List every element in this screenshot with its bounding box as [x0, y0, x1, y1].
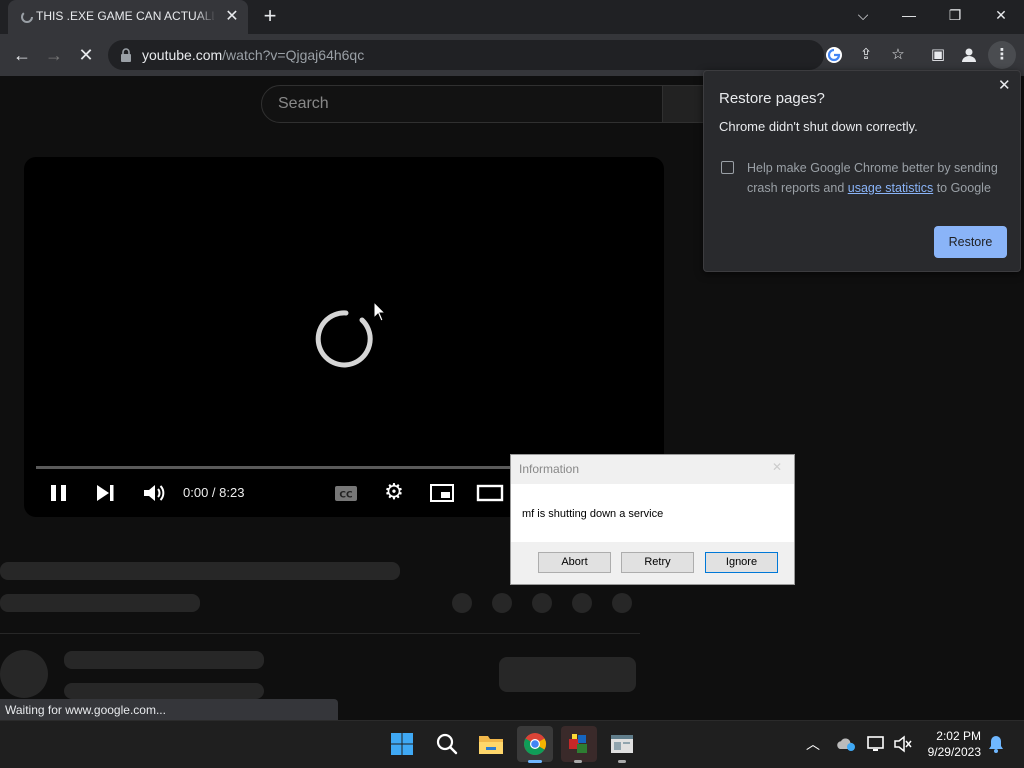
theater-mode-icon[interactable] [476, 480, 504, 506]
dialog-close-icon[interactable]: ✕ [772, 460, 782, 474]
tab-title-fade [196, 0, 216, 34]
video-progress-bar[interactable] [36, 466, 512, 469]
clock-date[interactable]: 9/29/2023 [924, 745, 981, 759]
title-placeholder [0, 562, 400, 580]
bookmark-star-icon[interactable]: ☆ [885, 42, 911, 68]
channel-sub-placeholder [64, 683, 264, 699]
game-app-icon [569, 734, 587, 753]
windows-start-icon[interactable] [390, 732, 414, 756]
divider [0, 633, 640, 634]
retry-button[interactable]: Retry [621, 552, 694, 573]
kebab-menu-icon[interactable]: ⋮ [989, 42, 1015, 68]
lock-icon[interactable] [120, 48, 132, 62]
action-placeholder [572, 593, 592, 613]
restore-title: Restore pages? [719, 90, 825, 107]
volume-icon[interactable] [141, 480, 167, 506]
file-explorer-icon[interactable] [478, 732, 504, 756]
dialog-message: mf is shutting down a service [522, 508, 664, 520]
share-icon[interactable]: ⇪ [853, 42, 879, 68]
tab-close-icon[interactable]: ✕ [223, 8, 241, 26]
channel-placeholder [64, 651, 264, 669]
settings-gear-icon[interactable]: ⚙ [381, 479, 407, 505]
subtitle-placeholder [0, 594, 200, 612]
close-window-icon[interactable]: ✕ [978, 0, 1024, 32]
clock-time[interactable]: 2:02 PM [936, 729, 981, 743]
onedrive-icon[interactable] [836, 736, 856, 752]
svg-text:CC: CC [339, 491, 353, 501]
subscribe-placeholder [499, 657, 636, 692]
back-arrow-icon[interactable]: ← [9, 42, 35, 68]
url-text[interactable]: youtube.com/watch?v=Qjgaj64h6qc [142, 47, 364, 63]
video-time: 0:00 / 8:23 [183, 485, 245, 500]
abort-button[interactable]: Abort [538, 552, 611, 573]
chrome-icon [524, 733, 546, 755]
next-video-icon[interactable] [94, 480, 118, 506]
side-panel-icon[interactable]: ▣ [925, 42, 951, 68]
search-icon[interactable] [435, 732, 459, 756]
open-app-indicator [618, 760, 626, 763]
forward-arrow-icon[interactable]: → [41, 42, 67, 68]
pause-icon[interactable] [48, 480, 70, 506]
loading-tab-icon [21, 11, 33, 23]
restore-subtitle: Chrome didn't shut down correctly. [719, 119, 918, 134]
tray-chevron-up-icon[interactable]: ︿ [804, 734, 822, 754]
miniplayer-icon[interactable] [429, 480, 455, 506]
google-lens-icon[interactable] [825, 46, 843, 64]
window-app-icon[interactable] [610, 733, 634, 755]
usage-statistics-link[interactable]: usage statistics [848, 181, 933, 195]
search-placeholder: Search [278, 95, 329, 112]
loading-spinner-icon [315, 310, 373, 368]
popup-close-icon[interactable]: ✕ [998, 76, 1011, 94]
profile-icon[interactable] [960, 46, 978, 64]
ignore-button[interactable]: Ignore [705, 552, 778, 573]
notification-bell-icon[interactable] [988, 735, 1004, 753]
action-placeholder [452, 593, 472, 613]
restore-button[interactable]: Restore [934, 226, 1007, 258]
crash-report-checkbox[interactable] [721, 161, 734, 174]
active-app-indicator [528, 760, 542, 763]
action-placeholder [612, 593, 632, 613]
mouse-cursor-icon [373, 301, 387, 322]
tab-search-chevron-icon[interactable]: ⌵ [840, 0, 886, 32]
restore-window-icon[interactable]: ❐ [932, 0, 978, 32]
crash-report-label: Help make Google Chrome better by sendin… [747, 161, 998, 195]
avatar-placeholder [0, 650, 48, 698]
network-icon[interactable] [867, 735, 887, 753]
new-tab-icon[interactable]: + [258, 5, 282, 29]
speaker-muted-icon[interactable] [893, 735, 913, 753]
captions-icon[interactable]: CC [333, 480, 359, 506]
minimize-icon[interactable]: — [886, 0, 932, 32]
dialog-title: Information [519, 462, 580, 476]
action-placeholder [492, 593, 512, 613]
stop-loading-icon[interactable]: ✕ [73, 42, 99, 68]
open-app-indicator [574, 760, 582, 763]
tab-title: THIS .EXE GAME CAN ACTUALLY [36, 9, 214, 23]
action-placeholder [532, 593, 552, 613]
status-text: Waiting for www.google.com... [5, 703, 166, 717]
